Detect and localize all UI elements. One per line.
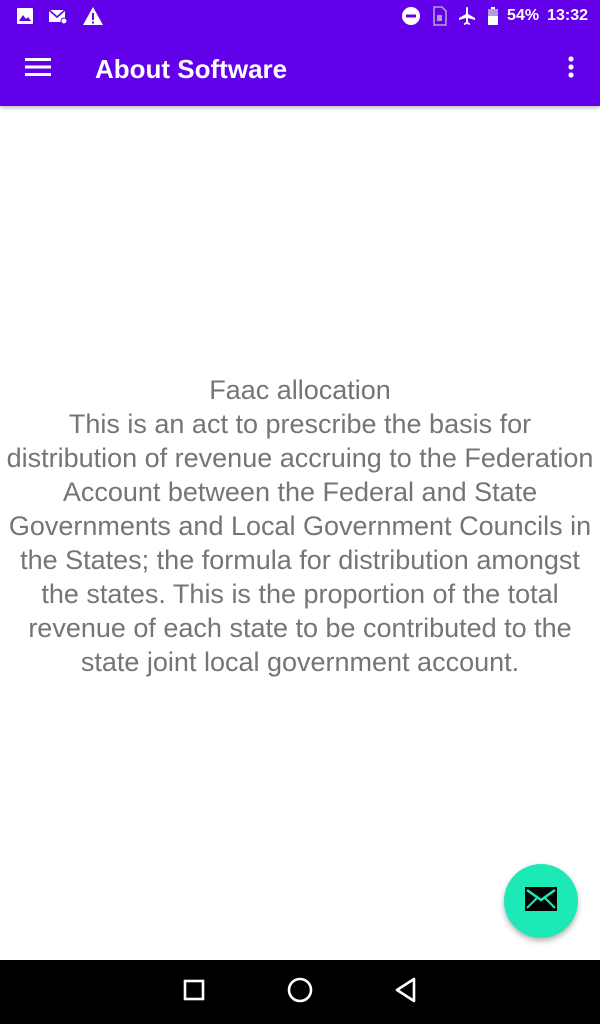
overflow-menu-button[interactable] (542, 32, 600, 106)
warning-icon (82, 6, 104, 26)
status-right: 54% 13:32 (391, 6, 588, 26)
content-area: Faac allocation This is an act to prescr… (0, 106, 600, 960)
sim-icon (431, 6, 447, 26)
battery-icon (487, 6, 499, 26)
airplane-icon (457, 6, 477, 26)
system-navigation-bar (0, 960, 600, 1024)
back-icon (394, 977, 418, 1008)
mail-icon (48, 8, 68, 24)
home-icon (287, 977, 313, 1008)
more-vert-icon (568, 55, 574, 83)
hamburger-menu-icon (25, 57, 51, 82)
recents-icon (183, 979, 205, 1006)
about-heading: Faac allocation (209, 375, 391, 405)
battery-percentage: 54% (507, 7, 540, 24)
email-icon (524, 886, 558, 917)
about-body: This is an act to prescribe the basis fo… (6, 409, 594, 677)
back-button[interactable] (353, 960, 459, 1024)
page-title: About Software (95, 53, 288, 84)
do-not-disturb-icon (401, 6, 421, 26)
recents-button[interactable] (141, 960, 247, 1024)
about-text: Faac allocation This is an act to prescr… (5, 373, 595, 679)
app-bar: About Software (0, 32, 600, 106)
status-bar: 54% 13:32 (0, 0, 600, 32)
email-fab-button[interactable] (504, 864, 578, 938)
home-button[interactable] (247, 960, 353, 1024)
image-icon (16, 7, 34, 25)
status-left (16, 6, 118, 26)
clock: 13:32 (547, 7, 588, 24)
navigation-drawer-button[interactable] (0, 32, 76, 106)
